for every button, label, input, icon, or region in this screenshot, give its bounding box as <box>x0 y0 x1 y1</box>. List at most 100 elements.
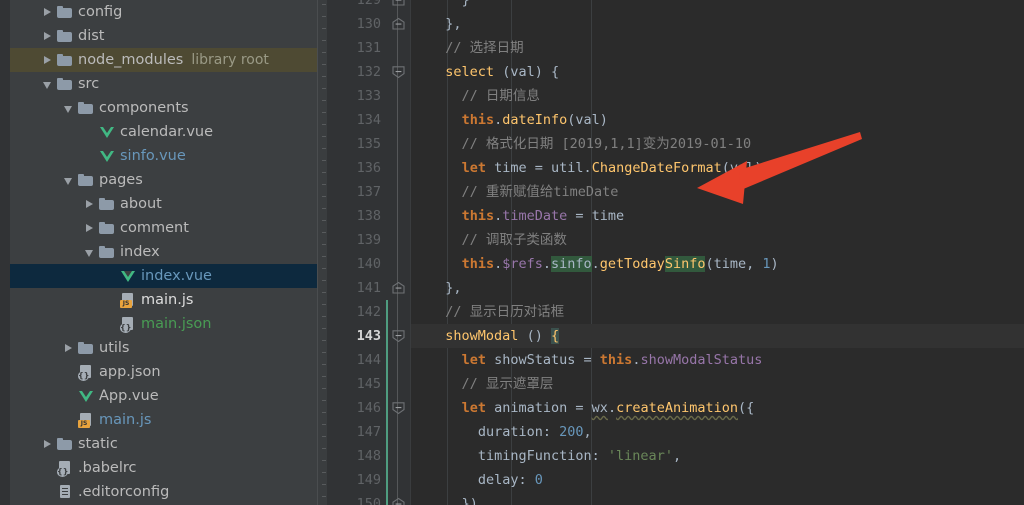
chevron-down-icon[interactable] <box>62 102 75 115</box>
tree-item-label: about <box>120 196 162 212</box>
code-line[interactable]: // 重新赋值给timeDate <box>411 180 1024 204</box>
code-line[interactable]: timingFunction: 'linear', <box>411 444 1024 468</box>
code-line[interactable]: let animation = wx.createAnimation({ <box>411 396 1024 420</box>
chevron-right-icon[interactable] <box>41 438 54 451</box>
chevron-down-icon[interactable] <box>41 78 54 91</box>
code-line[interactable]: this.$refs.sinfo.getTodaySinfo(time, 1) <box>411 252 1024 276</box>
left-edge-strip <box>0 0 10 505</box>
project-tree-panel[interactable]: config dist node_modules library root src com… <box>10 0 327 505</box>
fold-end-icon[interactable] <box>391 17 406 31</box>
tree-item-label: main.json <box>141 316 212 332</box>
chevron-right-icon[interactable] <box>41 54 54 67</box>
tree-item-label: calendar.vue <box>120 124 214 140</box>
tree-item-editorconfig[interactable]: .editorconfig <box>10 480 327 504</box>
code-line[interactable]: let showStatus = this.showModalStatus <box>411 348 1024 372</box>
tree-item-label: utils <box>99 340 130 356</box>
code-line[interactable]: showModal () { <box>411 324 1024 348</box>
scrollbar-tick <box>322 448 326 449</box>
code-line[interactable]: }, <box>411 276 1024 300</box>
tree-item-index-vue[interactable]: index.vue <box>10 264 327 288</box>
code-line[interactable]: // 格式化日期 [2019,1,1]变为2019-01-10 <box>411 132 1024 156</box>
scrollbar-tick <box>322 496 326 497</box>
tree-item-label: App.vue <box>99 388 159 404</box>
tree-item-components[interactable]: components <box>10 96 327 120</box>
code-line[interactable]: // 选择日期 <box>411 36 1024 60</box>
tree-item-sinfo-vue[interactable]: sinfo.vue <box>10 144 327 168</box>
chevron-down-icon[interactable] <box>83 246 96 259</box>
tree-item-dist[interactable]: dist <box>10 24 327 48</box>
scrollbar-tick <box>322 268 326 269</box>
code-line[interactable]: this.dateInfo(val) <box>411 108 1024 132</box>
scrollbar-tick <box>322 400 326 401</box>
fold-collapse-icon[interactable] <box>391 401 406 415</box>
tree-item-comment[interactable]: comment <box>10 216 327 240</box>
code-line[interactable]: let time = util.ChangeDateFormat(val) <box>411 156 1024 180</box>
line-number: 141 <box>356 280 381 296</box>
fold-end-icon[interactable] <box>391 0 406 7</box>
tree-item-config[interactable]: config <box>10 0 327 24</box>
tree-item-label: src <box>78 76 100 92</box>
code-line[interactable]: }, <box>411 12 1024 36</box>
code-line[interactable]: }) <box>411 492 1024 505</box>
tree-item-main-js[interactable]: main.js <box>10 408 327 432</box>
tree-item-label: components <box>99 100 189 116</box>
code-editor-panel[interactable]: 129 130 131 132 133 134 135 136 137 138 139 140 141 1… <box>327 0 1024 505</box>
chevron-right-icon[interactable] <box>83 222 96 235</box>
code-line[interactable]: // 显示遮罩层 <box>411 372 1024 396</box>
chevron-down-icon[interactable] <box>62 174 75 187</box>
folder-icon <box>99 244 115 260</box>
tree-item-label: node_modules <box>78 52 184 68</box>
sidebar-scrollbar[interactable] <box>317 0 327 505</box>
tree-item-app-vue[interactable]: App.vue <box>10 384 327 408</box>
tree-item-app-json[interactable]: app.json <box>10 360 327 384</box>
tree-item-label: main.js <box>141 292 194 308</box>
scrollbar-tick <box>322 436 326 437</box>
code-line[interactable]: // 调取子类函数 <box>411 228 1024 252</box>
tree-item-main-js[interactable]: main.js <box>10 288 327 312</box>
tree-item-index[interactable]: index <box>10 240 327 264</box>
line-number: 138 <box>356 208 381 224</box>
chevron-right-icon[interactable] <box>62 342 75 355</box>
fold-collapse-icon[interactable] <box>391 65 406 79</box>
line-number: 142 <box>356 304 381 320</box>
tree-item-label: index <box>120 244 160 260</box>
folder-icon <box>99 220 115 236</box>
chevron-right-icon[interactable] <box>41 6 54 19</box>
fold-end-icon[interactable] <box>391 281 406 295</box>
code-line[interactable]: select (val) { <box>411 60 1024 84</box>
code-line[interactable]: delay: 0 <box>411 468 1024 492</box>
chevron-right-icon[interactable] <box>83 198 96 211</box>
fold-collapse-icon[interactable] <box>391 329 406 343</box>
fold-end-icon[interactable] <box>391 497 406 505</box>
tree-item-main-json[interactable]: main.json <box>10 312 327 336</box>
tree-item-static[interactable]: static <box>10 432 327 456</box>
tree-item-src[interactable]: src <box>10 72 327 96</box>
code-line[interactable]: // 显示日历对话框 <box>411 300 1024 324</box>
code-content[interactable]: } }, // 选择日期 select (val) { // 日期信息 this… <box>411 0 1024 505</box>
scrollbar-tick <box>322 352 326 353</box>
tree-item-label: sinfo.vue <box>120 148 186 164</box>
code-line[interactable]: // 日期信息 <box>411 84 1024 108</box>
scrollbar-tick <box>322 196 326 197</box>
code-line[interactable]: duration: 200, <box>411 420 1024 444</box>
tree-item-calendar-vue[interactable]: calendar.vue <box>10 120 327 144</box>
scrollbar-tick <box>322 484 326 485</box>
tree-item-pages[interactable]: pages <box>10 168 327 192</box>
code-line[interactable]: } <box>411 0 1024 12</box>
chevron-right-icon[interactable] <box>41 30 54 43</box>
line-number: 131 <box>356 40 381 56</box>
code-line[interactable]: this.timeDate = time <box>411 204 1024 228</box>
tree-item-node-modules[interactable]: node_modules library root <box>10 48 327 72</box>
tree-item-utils[interactable]: utils <box>10 336 327 360</box>
folder-icon <box>57 436 73 452</box>
line-number: 132 <box>356 64 381 80</box>
scrollbar-tick <box>322 40 326 41</box>
line-number: 133 <box>356 88 381 104</box>
ide-window: config dist node_modules library root src com… <box>0 0 1024 505</box>
line-number: 135 <box>356 136 381 152</box>
tree-item-babelrc[interactable]: .babelrc <box>10 456 327 480</box>
scrollbar-tick <box>322 304 326 305</box>
scrollbar-tick <box>322 160 326 161</box>
tree-item-about[interactable]: about <box>10 192 327 216</box>
